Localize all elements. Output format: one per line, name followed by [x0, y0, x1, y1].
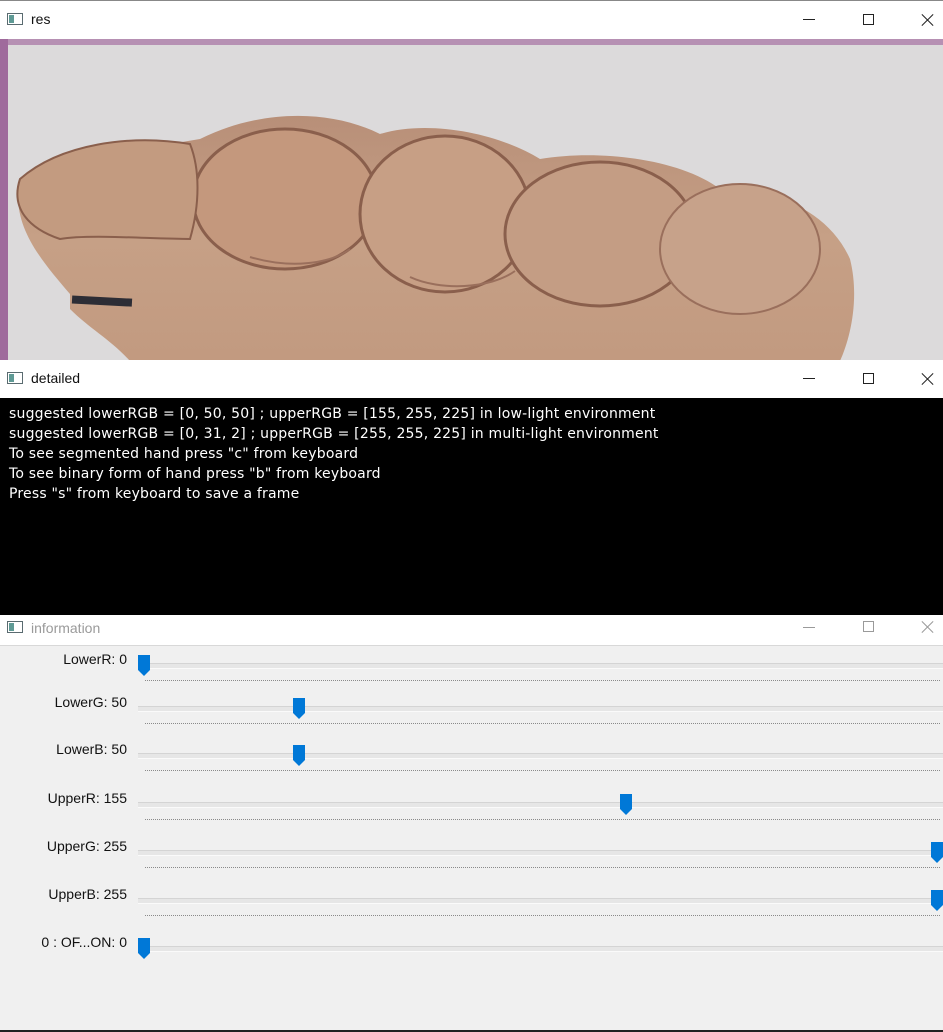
res-titlebar[interactable]: res [0, 1, 943, 39]
trackbar-ticks [145, 819, 940, 822]
maximize-button[interactable] [846, 615, 892, 645]
trackbar-groove[interactable] [138, 898, 943, 904]
instruction-line-multi-light: suggested lowerRGB = [0, 31, 2] ; upperR… [9, 426, 659, 442]
trackbar-thumb[interactable] [620, 794, 633, 816]
trackbar-ticks [145, 680, 940, 683]
trackbar-ticks [145, 915, 940, 918]
detailed-window-title: detailed [31, 370, 81, 386]
detailed-titlebar[interactable]: detailed [0, 360, 943, 398]
instruction-line-low-light: suggested lowerRGB = [0, 50, 50] ; upper… [9, 406, 656, 422]
minimize-button[interactable] [787, 1, 833, 39]
trackbar-panel: LowerR: 0 LowerG: 50 LowerB: 50 UpperR: … [0, 645, 943, 1032]
trackbar-upper-b[interactable]: UpperB: 255 [0, 886, 943, 930]
trackbar-label: UpperR: 155 [47, 790, 127, 806]
information-window-title: information [31, 620, 101, 636]
trackbar-thumb[interactable] [138, 655, 150, 677]
trackbar-lower-r[interactable]: LowerR: 0 [0, 651, 943, 695]
maximize-icon [863, 14, 874, 25]
res-window-title: res [31, 11, 51, 27]
trackbar-groove[interactable] [138, 706, 943, 712]
information-titlebar[interactable]: information [0, 615, 943, 645]
app-window-icon [7, 13, 23, 25]
trackbar-groove[interactable] [138, 850, 943, 856]
trackbar-label: LowerB: 50 [56, 741, 127, 757]
minimize-button[interactable] [787, 360, 833, 398]
minimize-button[interactable] [787, 615, 833, 645]
information-window: information LowerR: 0 LowerG: 50 LowerB:… [0, 615, 943, 1032]
app-window-icon [7, 372, 23, 384]
trackbar-thumb[interactable] [293, 698, 306, 720]
minimize-icon [803, 378, 815, 379]
trackbar-label: 0 : OF...ON: 0 [41, 934, 127, 950]
instructions-panel: suggested lowerRGB = [0, 50, 50] ; upper… [0, 398, 943, 615]
camera-frame-image [0, 39, 943, 361]
trackbar-lower-g[interactable]: LowerG: 50 [0, 694, 943, 738]
hand-image [16, 115, 855, 361]
maximize-button[interactable] [846, 1, 892, 39]
minimize-icon [803, 627, 815, 628]
instruction-line-save: Press "s" from keyboard to save a frame [9, 486, 300, 502]
instruction-line-binary: To see binary form of hand press "b" fro… [9, 466, 381, 482]
trackbar-ticks [145, 723, 940, 726]
trackbar-label: LowerG: 50 [54, 694, 127, 710]
close-button[interactable] [905, 615, 943, 645]
minimize-icon [803, 19, 815, 20]
maximize-icon [863, 621, 874, 632]
trackbar-ticks [145, 770, 940, 773]
res-window: res [0, 0, 943, 361]
app-window-icon [7, 621, 23, 633]
trackbar-label: LowerR: 0 [63, 651, 127, 667]
trackbar-upper-r[interactable]: UpperR: 155 [0, 790, 943, 834]
trackbar-groove[interactable] [138, 946, 943, 952]
trackbar-ticks [145, 963, 940, 965]
trackbar-ticks [145, 867, 940, 870]
trackbar-label: UpperG: 255 [46, 838, 127, 854]
trackbar-off-on[interactable]: 0 : OF...ON: 0 [0, 934, 943, 978]
trackbar-groove[interactable] [138, 802, 943, 808]
maximize-button[interactable] [846, 360, 892, 398]
trackbar-thumb[interactable] [931, 890, 943, 912]
trackbar-thumb[interactable] [293, 745, 306, 767]
detailed-window: detailed suggested lowerRGB = [0, 50, 50… [0, 360, 943, 615]
maximize-icon [863, 373, 874, 384]
trackbar-lower-b[interactable]: LowerB: 50 [0, 741, 943, 785]
close-button[interactable] [905, 360, 943, 398]
trackbar-thumb[interactable] [138, 938, 150, 960]
trackbar-groove[interactable] [138, 663, 943, 669]
trackbar-groove[interactable] [138, 753, 943, 759]
close-button[interactable] [905, 1, 943, 39]
trackbar-label: UpperB: 255 [48, 886, 127, 902]
instruction-line-segmented: To see segmented hand press "c" from key… [9, 446, 359, 462]
trackbar-thumb[interactable] [931, 842, 943, 864]
trackbar-upper-g[interactable]: UpperG: 255 [0, 838, 943, 882]
